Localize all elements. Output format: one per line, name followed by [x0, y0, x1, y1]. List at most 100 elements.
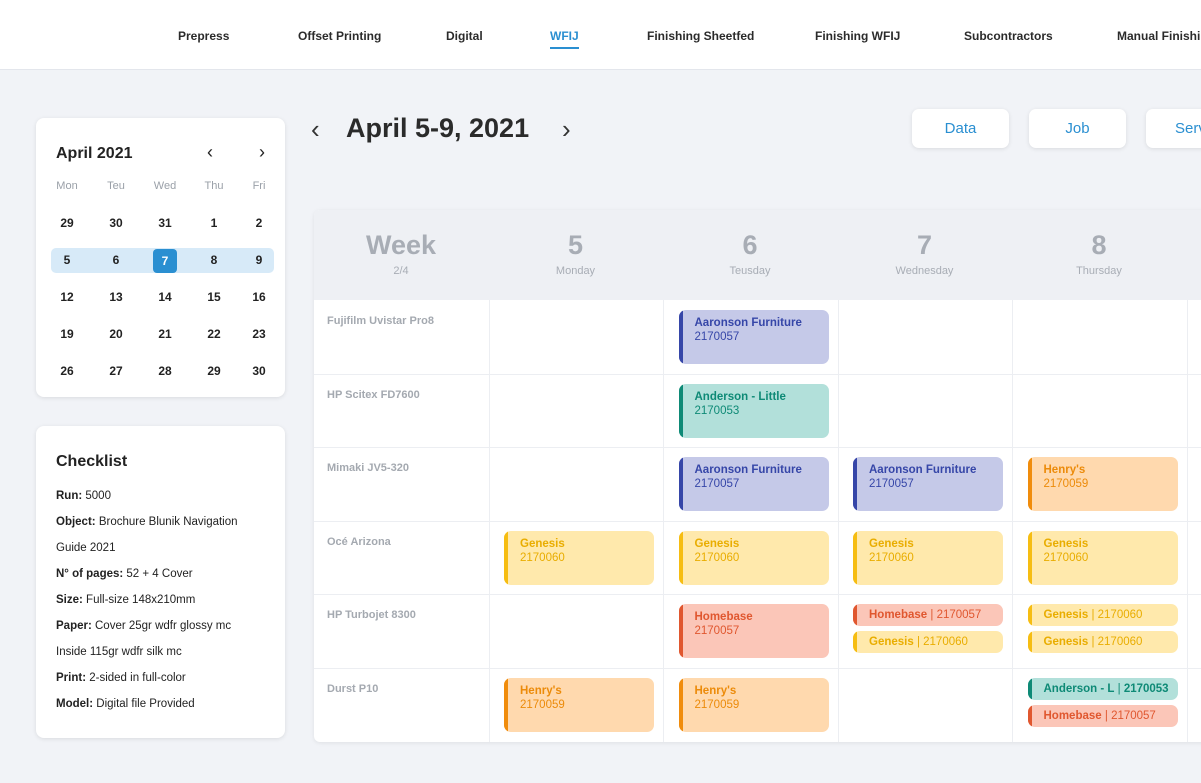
week-indicator: Week 2/4: [365, 230, 437, 277]
job-name: Homebase: [1043, 709, 1102, 722]
calendar-day[interactable]: 12: [47, 286, 87, 308]
calendar-day[interactable]: 26: [47, 360, 87, 382]
job-block[interactable]: Aaronson Furniture 2170057: [678, 457, 829, 511]
checklist-item-value: 2-sided in full-color: [86, 672, 186, 684]
job-button[interactable]: Job: [1029, 109, 1126, 148]
job-block[interactable]: Genesis | 2170060: [853, 631, 1003, 653]
calendar-day[interactable]: 23: [239, 323, 279, 345]
job-block[interactable]: Genesis 2170060: [504, 530, 654, 585]
calendar-day[interactable]: 28: [145, 360, 185, 382]
calendar-day[interactable]: 22: [194, 323, 234, 345]
job-block[interactable]: Genesis | 2170060: [1027, 631, 1178, 653]
job-block[interactable]: Genesis 2170060: [853, 530, 1003, 585]
calendar-day[interactable]: 14: [145, 286, 185, 308]
day-number: 5: [567, 230, 584, 260]
calendar-day[interactable]: 20: [96, 323, 136, 345]
job-code: 2170057: [869, 478, 914, 490]
calendar-day[interactable]: 29: [47, 212, 87, 234]
job-block[interactable]: Genesis 2170060: [678, 530, 829, 585]
calendar-day[interactable]: 31: [145, 212, 185, 234]
calendar-day[interactable]: 5: [47, 249, 87, 271]
tab-finishing-wfij[interactable]: Finishing WFIJ: [815, 29, 900, 43]
job-separator: |: [1114, 682, 1124, 695]
service-button[interactable]: Service: [1146, 109, 1201, 148]
job-block[interactable]: Genesis 2170060: [1027, 530, 1178, 585]
prev-week-button[interactable]: ‹: [311, 114, 320, 145]
calendar-day[interactable]: 8: [194, 249, 234, 271]
data-button[interactable]: Data: [912, 109, 1009, 148]
calendar-day[interactable]: 16: [239, 286, 279, 308]
checklist-item: Guide 2021: [56, 542, 115, 554]
tab-prepress[interactable]: Prepress: [178, 29, 229, 43]
next-week-button[interactable]: ›: [562, 114, 571, 145]
job-name: Genesis: [869, 537, 914, 550]
day-number: 9: [1187, 230, 1201, 261]
job-block[interactable]: Henry's 2170059: [504, 677, 654, 732]
checklist-item-value: Digital file Provided: [93, 698, 195, 710]
job-block[interactable]: Genesis | 2170060: [1027, 604, 1178, 626]
calendar-day-selected[interactable]: 7: [145, 249, 185, 273]
machine-label: HP Turbojet 8300: [327, 609, 416, 621]
job-name: Aaronson Furniture: [694, 317, 802, 329]
calendar-day[interactable]: 27: [96, 360, 136, 382]
checklist-item-label: N° of pages:: [56, 568, 124, 580]
checklist-item-value: Full-size 148x210mm: [82, 594, 196, 606]
mini-calendar: April 2021 ‹ › Mon Teu Wed Thu Fri 29 30 31 1 2 5 6…: [36, 118, 285, 397]
calendar-day[interactable]: 9: [239, 249, 279, 271]
calendar-day[interactable]: 1: [194, 212, 234, 234]
job-name: Genesis: [1043, 537, 1089, 550]
calendar-day[interactable]: 13: [96, 286, 136, 308]
job-code: 2170060: [1097, 636, 1143, 648]
calendar-day[interactable]: 2: [239, 212, 279, 234]
checklist-item-label: Model:: [56, 698, 94, 710]
machine-label: Fujifilm Uvistar Pro8: [327, 315, 434, 327]
calendar-prev-month-button[interactable]: ‹: [200, 142, 220, 163]
job-code: 2170060: [869, 551, 914, 564]
job-block[interactable]: Henry's 2170059: [678, 677, 829, 732]
job-block[interactable]: Aaronson Furniture 2170057: [678, 310, 829, 364]
checklist-item: Object: Brochure Blunik Navigation: [56, 516, 238, 528]
job-block[interactable]: Anderson - L | 2170053: [1027, 677, 1178, 700]
day-column-header: 5 Monday: [489, 230, 663, 277]
job-block[interactable]: Homebase 2170057: [678, 604, 829, 658]
job-code: 2170060: [694, 551, 740, 564]
job-separator: |: [913, 636, 924, 648]
row-divider: [314, 667, 1201, 669]
job-name: Homebase: [694, 611, 753, 623]
tab-digital[interactable]: Digital: [446, 29, 483, 43]
job-block[interactable]: Homebase | 2170057: [1027, 704, 1178, 727]
job-name: Henry's: [1043, 464, 1086, 476]
calendar-day[interactable]: 29: [194, 360, 234, 382]
job-code: 2170057: [694, 331, 740, 343]
tab-offset-printing[interactable]: Offset Printing: [298, 29, 381, 43]
calendar-next-month-button[interactable]: ›: [252, 142, 272, 163]
checklist-panel: Checklist Run: 5000 Object: Brochure Blun…: [36, 426, 285, 738]
job-code: 2170059: [520, 698, 565, 711]
job-block[interactable]: Anderson - Little 2170053: [678, 383, 829, 438]
tab-finishing-sheetfed[interactable]: Finishing Sheetfed: [647, 29, 754, 43]
calendar-day[interactable]: 19: [47, 323, 87, 345]
row-divider: [314, 373, 1201, 375]
tab-wfij[interactable]: WFIJ: [550, 29, 579, 49]
job-separator: |: [1101, 709, 1112, 722]
job-block[interactable]: Henry's 2170059: [1027, 457, 1178, 511]
checklist-title: Checklist: [56, 453, 128, 470]
row-divider: [314, 520, 1201, 522]
checklist-item-label: Print:: [56, 672, 87, 684]
calendar-day[interactable]: 21: [145, 323, 185, 345]
calendar-day[interactable]: 15: [194, 286, 234, 308]
checklist-item-label: Paper:: [56, 620, 92, 632]
checklist-item-label: Object:: [56, 516, 96, 528]
calendar-day[interactable]: 30: [96, 212, 136, 234]
calendar-day[interactable]: 6: [96, 249, 136, 271]
weekday-label: Wed: [153, 180, 177, 192]
tab-subcontractors[interactable]: Subcontractors: [964, 29, 1053, 43]
job-name: Aaronson Furniture: [869, 464, 977, 476]
job-block[interactable]: Homebase | 2170057: [853, 604, 1003, 626]
calendar-day[interactable]: 30: [239, 360, 279, 382]
job-name: Genesis: [1043, 636, 1089, 648]
tab-manual-finishing[interactable]: Manual Finishing: [1117, 29, 1201, 43]
job-block[interactable]: Aaronson Furniture 2170057: [853, 457, 1003, 511]
checklist-item-value: Guide 2021: [56, 542, 116, 554]
job-code: 2170059: [694, 698, 740, 711]
